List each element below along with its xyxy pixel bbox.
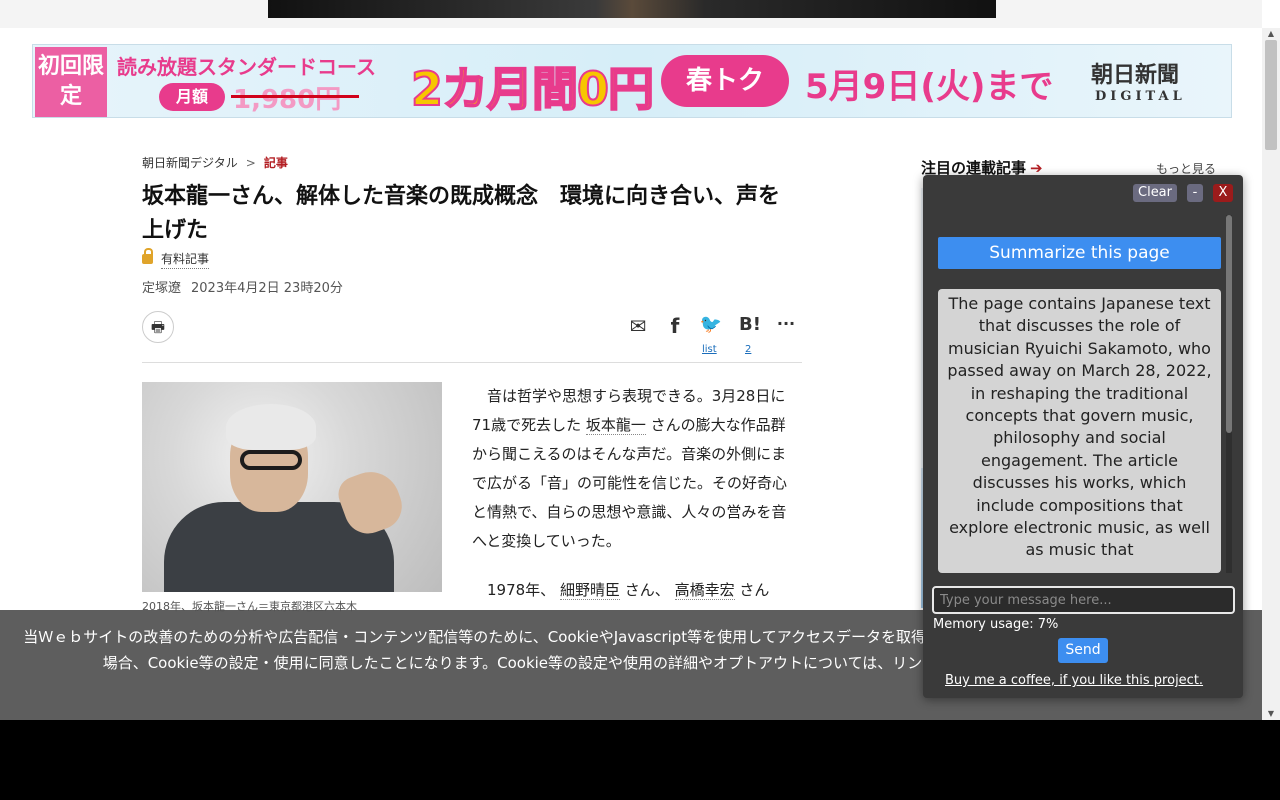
- hosono-link[interactable]: 細野晴臣: [559, 581, 620, 600]
- chat-messages: The page contains Japanese text that dis…: [938, 289, 1221, 573]
- facebook-icon[interactable]: f: [662, 314, 688, 338]
- buy-coffee-link[interactable]: Buy me a coffee, if you like this projec…: [945, 673, 1203, 688]
- memory-usage: Memory usage: 7%: [933, 617, 1059, 632]
- breadcrumb-separator: >: [245, 156, 256, 170]
- article-headline: 坂本龍一さん、解体した音楽の既成概念 環境に向き合い、声を上げた: [142, 184, 781, 243]
- banner-monthly: 月額: [159, 83, 225, 111]
- paragraph: 音は哲学や思想すら表現できる。3月28日に71歳で死去した 坂本龍一 さんの膨大…: [472, 387, 788, 550]
- clear-button[interactable]: Clear: [1133, 184, 1177, 202]
- sakamoto-link[interactable]: 坂本龍一: [585, 416, 646, 435]
- chat-scrollbar-thumb[interactable]: [1226, 215, 1232, 433]
- chat-scrollbar[interactable]: [1226, 215, 1232, 573]
- twitter-list-link[interactable]: list: [702, 344, 717, 355]
- header-divider: [142, 362, 802, 363]
- send-button[interactable]: Send: [1058, 638, 1108, 663]
- breadcrumb: 朝日新聞デジタル > 記事: [142, 154, 288, 171]
- takahashi-link[interactable]: 高橋幸宏: [674, 581, 735, 600]
- lock-icon: [142, 248, 153, 264]
- assistant-message: The page contains Japanese text that dis…: [947, 294, 1212, 560]
- hatena-count[interactable]: 2: [745, 344, 751, 355]
- article-body: 音は哲学や思想すら表現できる。3月28日に71歳で死去した 坂本龍一 さんの膨大…: [472, 382, 798, 625]
- top-video-ad[interactable]: [268, 0, 996, 18]
- page-scrollbar[interactable]: ▲ ▼: [1262, 28, 1280, 720]
- scroll-down-arrow-icon[interactable]: ▼: [1262, 708, 1280, 720]
- price-strike-line: [231, 95, 359, 98]
- banner-spring-deal: 春トク: [661, 55, 789, 107]
- paragraph: 1978年、 細野晴臣 さん、 高橋幸宏 さん: [487, 581, 770, 600]
- breadcrumb-current: 記事: [263, 156, 288, 170]
- browser-viewport: 初回限定 読み放題スタンダードコース 月額 1,980円 2カ月間0円 春トク …: [0, 0, 1280, 720]
- banner-course: 読み放題スタンダードコース: [117, 55, 376, 79]
- breadcrumb-home[interactable]: 朝日新聞デジタル: [142, 156, 238, 170]
- publish-datetime: 2023年4月2日 23時20分: [191, 281, 343, 296]
- scrollbar-thumb[interactable]: [1265, 40, 1277, 150]
- banner-end-date: 5月9日(火)まで: [805, 67, 1054, 107]
- paid-article-label[interactable]: 有料記事: [142, 248, 210, 269]
- bottom-blank-area: [0, 720, 1280, 800]
- print-icon[interactable]: 🖶: [142, 311, 174, 343]
- article-photo[interactable]: [142, 382, 442, 592]
- banner-badge: 初回限定: [35, 47, 107, 117]
- message-input[interactable]: [932, 586, 1235, 614]
- close-button[interactable]: X: [1213, 184, 1233, 202]
- author: 定塚遼: [142, 281, 182, 296]
- minimize-button[interactable]: -: [1187, 184, 1203, 202]
- subscription-banner-ad[interactable]: 初回限定 読み放題スタンダードコース 月額 1,980円 2カ月間0円 春トク …: [32, 44, 1232, 118]
- byline: 定塚遼 2023年4月2日 23時20分: [142, 277, 343, 296]
- chat-summarizer-widget: Clear - X Summarize this page The page c…: [923, 175, 1243, 698]
- scroll-up-arrow-icon[interactable]: ▲: [1262, 28, 1280, 40]
- hatena-bookmark-icon[interactable]: B!: [735, 314, 765, 335]
- asahi-logo-digital: DIGITAL: [1095, 89, 1186, 104]
- banner-free-offer: 2カ月間0円: [410, 61, 655, 117]
- twitter-icon[interactable]: 🐦: [698, 314, 724, 335]
- summarize-button[interactable]: Summarize this page: [938, 237, 1221, 269]
- mail-icon[interactable]: ✉: [625, 314, 651, 338]
- more-share-icon[interactable]: ···: [773, 314, 799, 333]
- asahi-logo: 朝日新聞: [1091, 62, 1180, 88]
